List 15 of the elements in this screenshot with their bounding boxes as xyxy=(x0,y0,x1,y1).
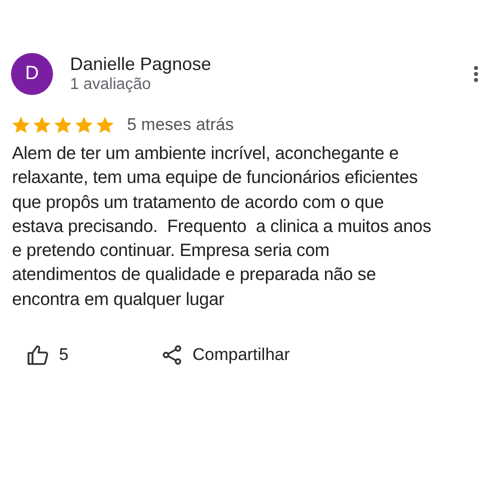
review-time: 5 meses atrás xyxy=(127,115,234,135)
star-icon xyxy=(74,116,94,134)
like-button[interactable]: 5 xyxy=(27,345,68,366)
avatar: D xyxy=(11,52,53,94)
review-count: 1 avaliação xyxy=(70,75,152,95)
thumbs-up-icon xyxy=(27,345,49,366)
author-name[interactable]: Danielle Pagnose xyxy=(70,54,212,74)
share-icon xyxy=(162,345,182,366)
more-options-icon[interactable] xyxy=(473,64,479,82)
star-icon xyxy=(11,116,31,134)
star-icon xyxy=(53,116,73,134)
star-icon xyxy=(95,116,115,134)
star-icon xyxy=(32,116,52,134)
review-text: Alem de ter um ambiente incrível, aconchegante e relaxante, tem uma equipe de funcionários eficientes que propôs um tratamento de acordo com o que estava precisando. Frequento a clinica a muitos anos e pretendo continuar. Empresa seria com atendimentos de qualidade e preparada não se encontra em qualquer lugar xyxy=(12,142,432,311)
share-button[interactable]: Compartilhar xyxy=(162,345,290,366)
